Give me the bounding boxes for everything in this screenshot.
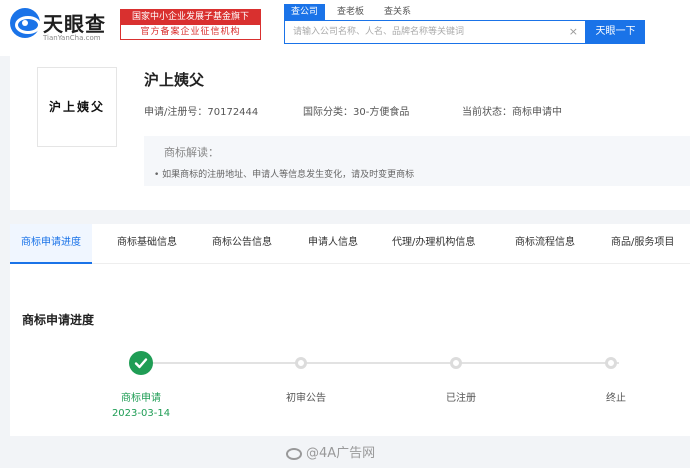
step-label-terminated: 终止	[606, 393, 626, 404]
step-date-application: 2023-03-14	[111, 408, 171, 419]
step-done-check-icon	[129, 351, 153, 375]
step-node-registered	[450, 357, 462, 369]
logo-name: 天眼查	[43, 12, 106, 36]
tab-applicant-info[interactable]: 申请人信息	[297, 224, 369, 264]
progress-track	[151, 362, 619, 364]
registration-number-value: 70172444	[207, 107, 259, 118]
search-tab-relation[interactable]: 查关系	[384, 4, 411, 20]
watermark-text: @4A广告网	[306, 446, 376, 461]
current-status: 当前状态：商标申请中	[462, 103, 562, 118]
official-badge: 国家中小企业发展子基金旗下 官方备案企业征信机构	[120, 9, 261, 40]
search-input[interactable]	[285, 21, 565, 43]
official-badge-line2: 官方备案企业征信机构	[140, 27, 241, 37]
search-box: ×	[284, 20, 586, 44]
tab-goods-services[interactable]: 商品/服务项目	[600, 224, 685, 264]
tab-announcement-info[interactable]: 商标公告信息	[201, 224, 283, 264]
step-label-registered: 已注册	[446, 393, 476, 404]
clear-icon[interactable]: ×	[569, 25, 578, 39]
trademark-info-card: 沪上姨父 沪上姨父 申请/注册号：70172444 国际分类：30-方便食品 当…	[10, 56, 690, 210]
explanation-title: 商标解读：	[164, 146, 219, 159]
international-class-value: 30-方便食品	[353, 107, 410, 118]
eye-logo-icon	[10, 8, 41, 38]
current-status-label: 当前状态：	[462, 107, 512, 118]
tab-agency-info[interactable]: 代理/办理机构信息	[381, 224, 486, 264]
current-status-value: 商标申请中	[512, 107, 562, 118]
trademark-explanation: 商标解读： • 如果商标的注册地址、申请人等信息发生变化，请及时变更商标	[144, 136, 690, 186]
explanation-item-text: 如果商标的注册地址、申请人等信息发生变化，请及时变更商标	[162, 170, 415, 180]
international-class: 国际分类：30-方便食品	[303, 103, 409, 118]
step-node-terminated	[605, 357, 617, 369]
watermark: @4A广告网	[286, 442, 375, 461]
tab-process-info[interactable]: 商标流程信息	[504, 224, 586, 264]
official-badge-line1: 国家中小企业发展子基金旗下	[121, 10, 260, 25]
registration-number: 申请/注册号：70172444	[144, 103, 258, 118]
tianyancha-logo[interactable]: 天眼查 TianYanCha.com	[10, 8, 114, 42]
international-class-label: 国际分类：	[303, 107, 353, 118]
trademark-name: 沪上姨父	[144, 71, 205, 89]
explanation-item: • 如果商标的注册地址、申请人等信息发生变化，请及时变更商标	[154, 170, 415, 180]
logo-domain: TianYanCha.com	[43, 34, 101, 42]
tab-application-progress[interactable]: 商标申请进度	[10, 224, 92, 264]
tab-basic-info[interactable]: 商标基础信息	[106, 224, 188, 264]
registration-number-label: 申请/注册号：	[144, 107, 208, 118]
detail-tabs: 商标申请进度 商标基础信息 商标公告信息 申请人信息 代理/办理机构信息 商标流…	[10, 224, 690, 264]
search-tab-company[interactable]: 查公司	[284, 4, 326, 20]
search-button[interactable]: 天眼一下	[586, 20, 645, 44]
top-header: 天眼查 TianYanCha.com 国家中小企业发展子基金旗下 官方备案企业征…	[0, 0, 690, 56]
step-label-application: 商标申请	[121, 393, 161, 404]
step-node-preliminary	[295, 357, 307, 369]
weibo-icon	[286, 447, 302, 460]
search-tab-boss[interactable]: 查老板	[337, 4, 364, 20]
step-label-preliminary: 初审公告	[286, 393, 326, 404]
trademark-image-text: 沪上姨父	[48, 100, 105, 114]
trademark-image[interactable]: 沪上姨父	[37, 67, 117, 147]
progress-title: 商标申请进度	[22, 313, 95, 327]
application-progress-section: 商标申请进度 商标申请 2023-03-14 初审公告 已注册 终止	[10, 264, 690, 436]
